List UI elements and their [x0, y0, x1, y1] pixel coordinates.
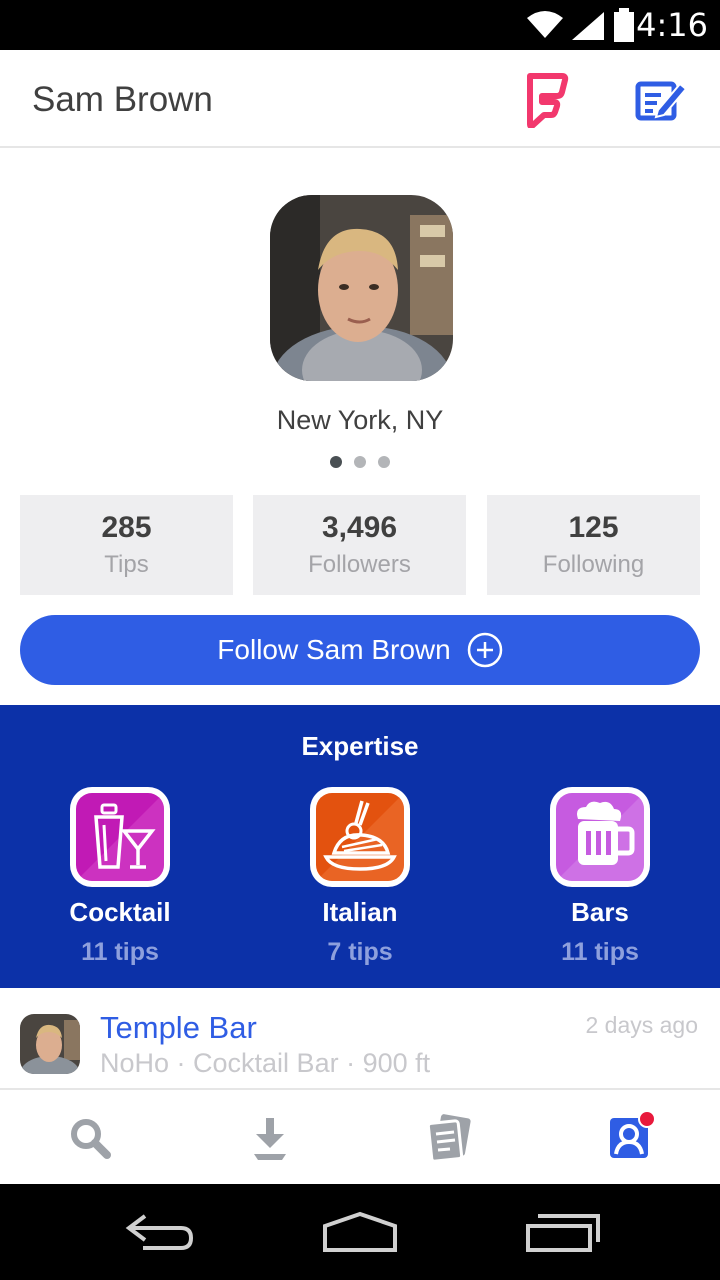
stat-tips[interactable]: 285 Tips	[20, 495, 233, 595]
status-bar: 4:16	[0, 0, 720, 50]
bottom-navigation	[0, 1090, 720, 1184]
nav-search-button[interactable]	[60, 1110, 120, 1166]
system-recents-button[interactable]	[520, 1210, 610, 1254]
nav-profile-button[interactable]	[600, 1110, 660, 1166]
stat-value: 3,496	[321, 511, 398, 544]
stat-followers[interactable]: 3,496 Followers	[253, 495, 466, 595]
tip-list-item[interactable]: Temple Bar NoHo · Cocktail Bar · 900 ft …	[0, 988, 720, 1090]
expertise-name: Cocktail	[69, 897, 171, 927]
page-dot-active	[330, 456, 342, 468]
stat-label: Following	[542, 551, 645, 578]
stat-following[interactable]: 125 Following	[487, 495, 700, 595]
expertise-tips: 11 tips	[561, 938, 639, 966]
nav-saved-button[interactable]	[240, 1110, 300, 1166]
stat-value: 125	[568, 511, 619, 544]
follow-button[interactable]: Follow Sam Brown	[20, 615, 700, 685]
expertise-section: Expertise Cocktail 11 tips Italian 7 tip…	[0, 705, 720, 988]
tip-avatar	[20, 1014, 80, 1074]
pasta-icon	[316, 793, 404, 881]
page-dot	[354, 456, 366, 468]
follow-button-label: Follow Sam Brown	[217, 634, 451, 665]
wifi-icon	[527, 11, 563, 38]
documents-icon	[426, 1114, 471, 1163]
expertise-tips: 11 tips	[81, 938, 159, 966]
stat-value: 285	[101, 511, 152, 544]
expertise-title: Expertise	[301, 731, 419, 761]
status-time: 4:16	[636, 6, 708, 44]
home-icon	[323, 1211, 397, 1252]
battery-icon	[614, 8, 634, 42]
recent-apps-icon	[526, 1214, 600, 1252]
expertise-name: Bars	[571, 897, 629, 927]
photo-page-indicator	[328, 456, 392, 470]
system-navigation-bar	[0, 1184, 720, 1280]
expertise-item-italian[interactable]: Italian 7 tips	[240, 787, 480, 967]
search-icon	[71, 1119, 111, 1159]
tip-timestamp: 2 days ago	[585, 1012, 698, 1038]
signal-icon	[572, 12, 604, 40]
profile-avatar[interactable]	[270, 195, 453, 381]
expertise-badge	[310, 787, 410, 887]
stat-label: Followers	[308, 551, 411, 578]
expertise-tips: 7 tips	[327, 938, 393, 966]
expertise-item-bars[interactable]: Bars 11 tips	[480, 787, 720, 967]
nav-lists-button[interactable]	[420, 1110, 480, 1166]
foursquare-button[interactable]	[520, 72, 572, 130]
beer-mug-icon	[556, 793, 644, 881]
avatar-thumbnail	[20, 1014, 80, 1074]
download-icon	[254, 1118, 286, 1160]
profile-icon	[610, 1110, 656, 1158]
edit-button[interactable]	[628, 72, 692, 128]
tip-venue-link[interactable]: Temple Bar	[100, 1010, 257, 1046]
expertise-badge	[550, 787, 650, 887]
expertise-badge	[70, 787, 170, 887]
system-back-button[interactable]	[115, 1210, 205, 1254]
app-header: Sam Brown	[0, 50, 720, 148]
compose-icon	[635, 81, 688, 121]
avatar-photo	[270, 195, 453, 381]
page-title: Sam Brown	[32, 80, 213, 119]
page-dot	[378, 456, 390, 468]
expertise-item-cocktail[interactable]: Cocktail 11 tips	[0, 787, 240, 967]
cocktail-shaker-icon	[76, 793, 164, 881]
profile-location: New York, NY	[276, 405, 444, 435]
add-circle-icon	[467, 632, 502, 668]
stat-label: Tips	[104, 551, 149, 578]
foursquare-logo-icon	[527, 73, 569, 130]
expertise-name: Italian	[322, 897, 398, 927]
tip-venue-meta: NoHo · Cocktail Bar · 900 ft	[100, 1048, 431, 1078]
back-arrow-icon	[125, 1214, 194, 1250]
system-home-button[interactable]	[315, 1210, 405, 1254]
